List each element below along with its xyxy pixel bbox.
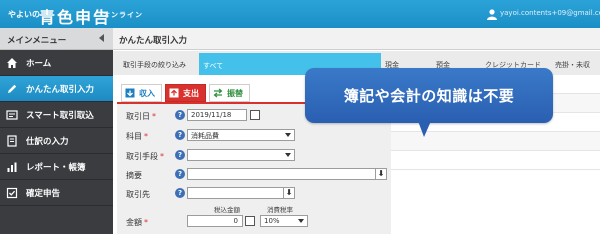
app-header: やよいの 青色申告 オンライン yayoi.contents+09@gmail.… xyxy=(0,0,600,28)
collapse-arrow-icon[interactable] xyxy=(99,34,104,42)
tax-icon xyxy=(6,187,18,199)
table-row xyxy=(381,132,600,151)
filter-label: 取引手段の絞り込み xyxy=(123,61,186,69)
transfer-icon xyxy=(213,88,223,98)
help-icon[interactable]: ? xyxy=(175,188,185,198)
date-field[interactable]: 2019/11/18 xyxy=(187,109,247,121)
user-email[interactable]: yayoi.contents+09@gmail.com xyxy=(500,9,600,17)
sidebar-item-tax-return[interactable]: 確定申告 xyxy=(0,180,113,206)
sidebar-item-journal[interactable]: 仕訳の入力 xyxy=(0,128,113,154)
partner-label: 取引先 xyxy=(126,190,150,199)
sidebar-item-smart-import[interactable]: スマート取引取込 xyxy=(0,102,113,128)
income-icon xyxy=(125,88,135,98)
sidebar-item-label: ホーム xyxy=(26,58,52,69)
help-icon[interactable]: ? xyxy=(175,169,185,179)
tab-expense[interactable]: 支出 xyxy=(165,84,206,102)
sidebar-item-label: スマート取引取込 xyxy=(26,110,94,121)
summary-input[interactable] xyxy=(187,168,387,180)
import-icon xyxy=(6,109,18,121)
chevron-down-icon xyxy=(298,219,304,223)
filter-selected-value: すべて xyxy=(203,62,224,70)
arrow-down-icon[interactable]: ⬇ xyxy=(283,187,295,199)
tab-transfer-label: 振替 xyxy=(227,88,243,98)
tab-income-label: 収入 xyxy=(139,88,155,98)
brand-prefix: やよいの xyxy=(8,10,40,19)
brand-suffix: オンライン xyxy=(103,11,143,19)
sidebar-item-label: 確定申告 xyxy=(26,188,61,199)
tax-rate-label: 消費税率 xyxy=(267,206,293,214)
account-label: 科目 * xyxy=(126,132,148,141)
payment-method-select[interactable] xyxy=(187,149,295,161)
page-title: かんたん取引入力 xyxy=(113,28,600,50)
account-select[interactable]: 消耗品費 xyxy=(187,129,295,141)
method-label: 取引手段 * xyxy=(126,152,164,161)
account-value: 消耗品費 xyxy=(191,132,219,140)
brand-logo: 青色申告 xyxy=(39,8,112,27)
sidebar-item-simple-entry[interactable]: かんたん取引入力 xyxy=(0,76,113,102)
feature-callout: 簿記や会計の知識は不要 xyxy=(305,68,553,123)
sidebar-item-home[interactable]: ホーム xyxy=(0,50,113,76)
journal-icon xyxy=(6,134,18,147)
callout-text: 簿記や会計の知識は不要 xyxy=(343,87,515,105)
sidebar-item-label: レポート・帳簿 xyxy=(26,162,86,173)
chevron-down-icon xyxy=(285,133,291,137)
tab-transfer[interactable]: 振替 xyxy=(209,84,250,102)
user-icon[interactable] xyxy=(486,8,498,20)
tax-rate-value: 10% xyxy=(264,217,280,225)
amount-label: 金額 * xyxy=(126,218,148,227)
arrow-down-icon[interactable]: ⬇ xyxy=(375,168,387,180)
help-icon[interactable]: ? xyxy=(175,110,185,120)
calculator-icon[interactable] xyxy=(245,216,255,226)
table-row xyxy=(381,151,600,170)
help-icon[interactable]: ? xyxy=(175,130,185,140)
expense-icon xyxy=(169,88,179,98)
calendar-icon[interactable] xyxy=(250,110,260,120)
tab-expense-label: 支出 xyxy=(183,88,199,98)
summary-label: 摘要 xyxy=(126,171,142,180)
sidebar-item-label: 仕訳の入力 xyxy=(26,136,69,147)
transaction-type-tabs: 収入 支出 振替 xyxy=(121,84,250,102)
column-header-receivable[interactable]: 売掛・未収 xyxy=(555,60,590,70)
amount-input[interactable]: 0 xyxy=(187,215,243,227)
home-icon xyxy=(6,57,18,69)
sidebar: メインメニュー ホーム かんたん取引入力 スマート取引取込 仕訳の入力 レポート… xyxy=(0,28,113,234)
help-icon[interactable]: ? xyxy=(175,150,185,160)
pencil-icon xyxy=(6,83,18,95)
report-icon xyxy=(6,161,18,173)
callout-tail xyxy=(418,121,431,137)
sidebar-header: メインメニュー xyxy=(0,28,113,50)
tax-rate-select[interactable]: 10% xyxy=(260,215,308,227)
tax-included-label: 税込金額 xyxy=(214,206,240,214)
sidebar-title: メインメニュー xyxy=(7,36,67,46)
sidebar-item-reports[interactable]: レポート・帳簿 xyxy=(0,154,113,180)
tab-income[interactable]: 収入 xyxy=(121,84,162,102)
sidebar-item-label: かんたん取引入力 xyxy=(26,84,95,95)
date-label: 取引日 * xyxy=(126,112,156,121)
partner-input[interactable] xyxy=(187,187,295,199)
chevron-down-icon xyxy=(285,153,291,157)
